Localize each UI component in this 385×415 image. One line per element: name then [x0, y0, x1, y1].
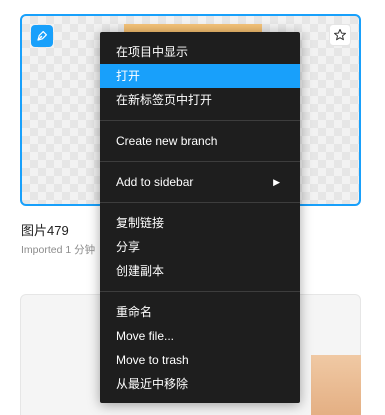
menu-divider [100, 120, 300, 121]
menu-item-duplicate[interactable]: 创建副本 [100, 259, 300, 283]
menu-item-move-file[interactable]: Move file... [100, 324, 300, 348]
menu-item-show-in-project[interactable]: 在项目中显示 [100, 40, 300, 64]
thumbnail-image-2 [311, 355, 361, 415]
file-title[interactable]: 图片479 [21, 220, 69, 239]
menu-item-add-to-sidebar[interactable]: Add to sidebar ▶ [100, 170, 300, 194]
menu-divider [100, 291, 300, 292]
file-browser: 图片479 Imported 1 分钟 在项目中显示 打开 在新标签页中打开 C… [0, 0, 385, 415]
menu-divider [100, 161, 300, 162]
menu-item-rename[interactable]: 重命名 [100, 300, 300, 324]
file-subtitle: Imported 1 分钟 [21, 244, 96, 256]
pen-tool-icon [31, 25, 53, 47]
menu-item-move-to-trash[interactable]: Move to trash [100, 348, 300, 372]
menu-item-label: Add to sidebar [116, 175, 194, 189]
chevron-right-icon: ▶ [273, 177, 280, 187]
menu-item-copy-link[interactable]: 复制链接 [100, 211, 300, 235]
star-icon [334, 29, 346, 41]
menu-item-share[interactable]: 分享 [100, 235, 300, 259]
favorite-star-button[interactable] [329, 24, 351, 46]
menu-item-open-in-new-tab[interactable]: 在新标签页中打开 [100, 88, 300, 112]
context-menu: 在项目中显示 打开 在新标签页中打开 Create new branch Add… [100, 32, 300, 403]
menu-item-remove-from-recent[interactable]: 从最近中移除 [100, 372, 300, 396]
menu-item-create-branch[interactable]: Create new branch [100, 129, 300, 153]
menu-divider [100, 202, 300, 203]
menu-item-open[interactable]: 打开 [100, 64, 300, 88]
